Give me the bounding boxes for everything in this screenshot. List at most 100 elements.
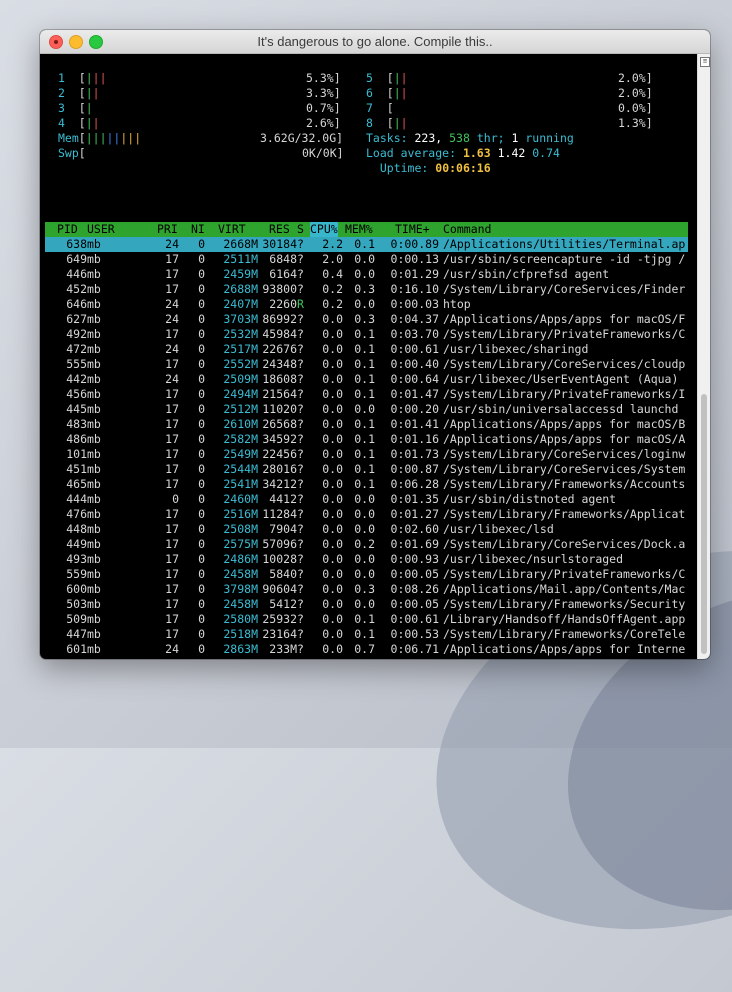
- process-row[interactable]: 444 mb 0 0 2460M 4412? 0.0 0.0 0:01.35/usr/sbin/…: [45, 492, 688, 507]
- process-user: mb: [87, 327, 101, 341]
- col-time[interactable]: TIME+: [395, 222, 430, 237]
- process-row[interactable]: 472 mb 24 0 2517M 22676? 0.0 0.1 0:00.61/usr/lib…: [45, 342, 688, 357]
- col-user[interactable]: USER: [87, 222, 115, 237]
- process-time: 0:00.64: [390, 372, 439, 386]
- process-virt: 2509M: [223, 372, 258, 386]
- process-s: ?: [297, 357, 304, 371]
- process-row[interactable]: 509 mb 17 0 2580M 25932? 0.0 0.1 0:00.61/Library…: [45, 612, 688, 627]
- process-row[interactable]: 456 mb 17 0 2494M 21564? 0.0 0.1 0:01.47/System/…: [45, 387, 688, 402]
- process-row[interactable]: 492 mb 17 0 2532M 45984? 0.0 0.1 0:03.70/System/…: [45, 327, 688, 342]
- process-row[interactable]: 486 mb 17 0 2582M 34592? 0.0 0.1 0:01.16/Applica…: [45, 432, 688, 447]
- process-row[interactable]: 638 mb 24 0 2668M 30184? 2.2 0.1 0:00.89/Applica…: [45, 237, 688, 252]
- process-pid: 483: [66, 417, 87, 431]
- process-row[interactable]: 559 mb 17 0 2458M 5840? 0.0 0.0 0:00.05/System/L…: [45, 567, 688, 582]
- process-time: 0:00.89: [390, 237, 439, 251]
- process-user: mb: [87, 477, 101, 491]
- process-pid: 449: [66, 537, 87, 551]
- process-virt: 2575M: [223, 537, 258, 551]
- process-pid: 448: [66, 522, 87, 536]
- process-cmd: /Applications/Utilities/Terminal.ap: [443, 237, 686, 251]
- process-mem: 0.0: [354, 552, 375, 566]
- process-user: mb: [87, 642, 101, 656]
- process-pid: 442: [66, 372, 87, 386]
- process-s: R: [297, 297, 304, 311]
- process-row[interactable]: 447 mb 17 0 2518M 23164? 0.0 0.1 0:00.53/System/…: [45, 627, 688, 642]
- process-row[interactable]: 457mb 17 0 2485M5116? 0.0 0.0 0:00.68/usr/libe…: [45, 657, 688, 659]
- cpu-meter-5: 5 [||: [366, 71, 408, 85]
- process-row[interactable]: 448 mb 17 0 2508M 7904? 0.0 0.0 0:02.60/usr/libe…: [45, 522, 688, 537]
- process-pri: 24: [165, 372, 179, 386]
- col-cpu[interactable]: CPU%: [310, 222, 338, 237]
- htop-terminal[interactable]: 1 [||| 5.3%] 2 [|| 3.3%] 3 [| 0.7%] 4 [|…: [40, 54, 698, 659]
- process-row[interactable]: 446 mb 17 0 2459M 6164? 0.4 0.0 0:01.29/usr/sbin…: [45, 267, 688, 282]
- process-res: 6848: [269, 252, 297, 266]
- col-virt[interactable]: VIRT: [218, 222, 246, 237]
- process-row[interactable]: 503 mb 17 0 2458M 5412? 0.0 0.0 0:00.05/System/L…: [45, 597, 688, 612]
- process-row[interactable]: 449 mb 17 0 2575M 57096? 0.0 0.2 0:01.69/System/…: [45, 537, 688, 552]
- process-time: 0:02.60: [390, 522, 439, 536]
- process-virt: 2458M: [223, 567, 258, 581]
- terminal-menu-icon[interactable]: ≡: [700, 57, 710, 67]
- process-mem: 0.0: [349, 657, 375, 659]
- cpu-meter-8: 8 [||: [366, 116, 408, 130]
- process-cpu: 0.0: [322, 627, 343, 641]
- process-pid: 472: [66, 342, 87, 356]
- process-pri: 24: [165, 342, 179, 356]
- cpu-meter-5-value: 2.0%]: [618, 71, 653, 85]
- process-cmd: /System/Library/Frameworks/Accounts: [443, 477, 686, 491]
- scrollbar[interactable]: ≡: [697, 54, 710, 659]
- process-s: ?: [297, 597, 304, 611]
- scrollbar-thumb[interactable]: [701, 394, 707, 654]
- process-mem: 0.0: [354, 522, 375, 536]
- process-row[interactable]: 451 mb 17 0 2544M 28016? 0.0 0.1 0:00.87/System/…: [45, 462, 688, 477]
- process-time: 0:00.13: [390, 252, 439, 266]
- process-s: ?: [297, 237, 304, 251]
- process-row[interactable]: 649 mb 17 0 2511M 6848? 2.0 0.0 0:00.13/usr/sbin…: [45, 252, 688, 267]
- process-time: 0:00.20: [390, 402, 439, 416]
- col-mem[interactable]: MEM%: [345, 222, 373, 237]
- process-res: 18608: [262, 372, 297, 386]
- process-pri: 17: [165, 522, 179, 536]
- process-row[interactable]: 627 mb 24 0 3703M 86992? 0.0 0.3 0:04.37/Applica…: [45, 312, 688, 327]
- process-row[interactable]: 646 mb 24 0 2407M 2260 R 0.2 0.0 0:00.03 htop: [45, 297, 688, 312]
- col-pri[interactable]: PRI: [157, 222, 178, 237]
- process-s: ?: [297, 567, 304, 581]
- process-pid: 465: [66, 477, 87, 491]
- process-row[interactable]: 493 mb 17 0 2486M 10028? 0.0 0.0 0:00.93/usr/lib…: [45, 552, 688, 567]
- col-pid[interactable]: PID: [57, 222, 78, 237]
- process-row[interactable]: 476 mb 17 0 2516M 11284? 0.0 0.0 0:01.27/System/…: [45, 507, 688, 522]
- process-s: ?: [297, 432, 304, 446]
- process-row[interactable]: 601 mb 24 0 2863M 233M? 0.0 0.7 0:06.71/Applicat…: [45, 642, 688, 657]
- process-cmd: /System/Library/Frameworks/Security: [443, 597, 686, 611]
- process-user: mb: [87, 567, 101, 581]
- process-cpu: 0.4: [322, 267, 343, 281]
- process-row[interactable]: 101 mb 17 0 2549M 22456? 0.0 0.1 0:01.73/System/…: [45, 447, 688, 462]
- cpu-meter-6-value: 2.0%]: [618, 86, 653, 100]
- process-row[interactable]: 483 mb 17 0 2610M 26568? 0.0 0.1 0:01.41/Applica…: [45, 417, 688, 432]
- process-cmd: htop: [443, 297, 471, 311]
- process-row[interactable]: 452 mb 17 0 2688M 93800? 0.2 0.3 0:16.10/System/…: [45, 282, 688, 297]
- col-command[interactable]: Command: [443, 222, 491, 237]
- process-cpu: 0.0: [322, 552, 343, 566]
- col-ni[interactable]: NI: [191, 222, 205, 237]
- process-ni: 0: [198, 567, 205, 581]
- process-res: 26568: [262, 417, 297, 431]
- process-virt: 2512M: [223, 402, 258, 416]
- terminal-window: It's dangerous to go alone. Compile this…: [40, 30, 710, 659]
- process-s: ?: [297, 582, 304, 596]
- process-s: ?: [297, 522, 304, 536]
- process-row[interactable]: 445 mb 17 0 2512M 11020? 0.0 0.0 0:00.20/usr/sbi…: [45, 402, 688, 417]
- process-row[interactable]: 442 mb 24 0 2509M 18608? 0.0 0.1 0:00.64/usr/lib…: [45, 372, 688, 387]
- process-user: mb: [87, 507, 101, 521]
- process-row[interactable]: 600 mb 17 0 3798M 90604? 0.0 0.3 0:08.26/Applica…: [45, 582, 688, 597]
- process-cmd: /usr/sbin/universalaccessd launchd: [443, 402, 679, 416]
- process-row[interactable]: 555 mb 17 0 2552M 24348? 0.0 0.1 0:00.40/System/…: [45, 357, 688, 372]
- process-cpu: 0.0: [322, 642, 343, 656]
- process-row[interactable]: 465 mb 17 0 2541M 34212? 0.0 0.1 0:06.28/System/…: [45, 477, 688, 492]
- col-res[interactable]: RES: [269, 222, 290, 237]
- process-table-header: PID USER PRI NI VIRT RES S CPU% MEM% TIM…: [45, 222, 688, 237]
- title-bar[interactable]: It's dangerous to go alone. Compile this…: [40, 30, 710, 54]
- process-ni: 0: [198, 297, 205, 311]
- col-s[interactable]: S: [297, 222, 304, 237]
- process-cmd: /System/Library/PrivateFrameworks/I: [443, 387, 686, 401]
